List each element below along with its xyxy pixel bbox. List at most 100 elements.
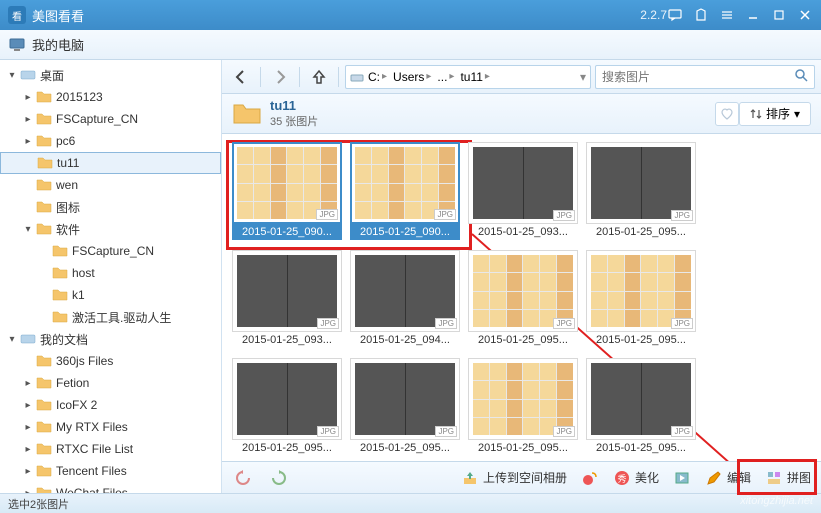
expander-icon[interactable]: ▸ (22, 91, 34, 103)
thumbnail-image: JPG (586, 358, 696, 440)
expander-icon[interactable] (22, 355, 34, 367)
expander-icon[interactable] (22, 179, 34, 191)
app-logo: 看 (8, 6, 26, 24)
tree-item-label: 激活工具.驱动人生 (72, 309, 171, 326)
thumbnail-image: JPG (468, 142, 578, 224)
expander-icon[interactable]: ▸ (22, 377, 34, 389)
thumbnail[interactable]: JPG2015-01-25_095... (586, 358, 696, 456)
tree-item[interactable]: FSCapture_CN (0, 240, 221, 262)
close-button[interactable] (797, 7, 813, 23)
tree-item[interactable]: 激活工具.驱动人生 (0, 306, 221, 328)
expander-icon[interactable]: ▾ (22, 223, 34, 235)
tree-item-label: host (72, 266, 95, 280)
upload-button[interactable]: 上传到空间相册 (461, 469, 567, 487)
thumbnail[interactable]: JPG2015-01-25_093... (468, 142, 578, 240)
breadcrumb-segment[interactable]: tu11▸ (458, 70, 492, 84)
folder-count: 35 张图片 (270, 113, 707, 129)
thumbnail[interactable]: JPG2015-01-25_095... (232, 358, 342, 456)
tree-item[interactable]: ▸ My RTX Files (0, 416, 221, 438)
beautify-icon: 秀 (613, 469, 631, 487)
thumbnail-label: 2015-01-25_095... (468, 332, 578, 348)
expander-icon[interactable] (38, 245, 50, 257)
thumbnail[interactable]: JPG2015-01-25_090... (350, 142, 460, 240)
tree-item-label: FSCapture_CN (56, 112, 138, 126)
rotate-left-button[interactable] (232, 467, 254, 489)
tree-item[interactable]: 360js Files (0, 350, 221, 372)
thumbnail[interactable]: JPG2015-01-25_095... (468, 358, 578, 456)
breadcrumb-segment[interactable]: C:▸ (366, 70, 389, 84)
tree-item[interactable]: ▾ 我的文档 (0, 328, 221, 350)
tree-item[interactable]: 图标 (0, 196, 221, 218)
beautify-button[interactable]: 秀美化 (613, 469, 659, 487)
tree-item-label: My RTX Files (56, 420, 128, 434)
favorite-button[interactable] (715, 102, 739, 126)
weibo-button[interactable] (581, 469, 599, 487)
tree-item[interactable]: ▸WeChat Files (0, 482, 221, 493)
tree-item[interactable]: ▸RTXC File List (0, 438, 221, 460)
expander-icon[interactable]: ▾ (6, 333, 18, 345)
expander-icon[interactable]: ▸ (22, 465, 34, 477)
thumbnail[interactable]: JPG2015-01-25_095... (350, 358, 460, 456)
tree-item[interactable]: ▸ Fetion (0, 372, 221, 394)
tree-item-label: Fetion (56, 376, 89, 390)
sort-button[interactable]: 排序 ▾ (739, 102, 811, 126)
up-button[interactable] (306, 64, 332, 90)
tree-item-label: 我的文档 (40, 331, 88, 348)
folder-tree[interactable]: ▾桌面▸2015123▸FSCapture_CN▸pc6tu11wen图标▾软件… (0, 60, 222, 493)
pin-button[interactable]: 拼图 (765, 469, 811, 487)
breadcrumb[interactable]: C:▸Users▸...▸tu11▸ ▾ (345, 65, 591, 89)
expander-icon[interactable]: ▾ (6, 69, 18, 81)
weibo-icon (581, 469, 599, 487)
tree-item[interactable]: ▾软件 (0, 218, 221, 240)
expander-icon[interactable] (22, 201, 34, 213)
search-icon[interactable] (794, 68, 808, 85)
breadcrumb-dropdown[interactable]: ▾ (580, 70, 586, 84)
thumbnail[interactable]: JPG2015-01-25_095... (468, 250, 578, 348)
expander-icon[interactable] (23, 157, 35, 169)
tree-item[interactable]: ▾桌面 (0, 64, 221, 86)
expander-icon[interactable] (38, 311, 50, 323)
tree-item[interactable]: k1 (0, 284, 221, 306)
app-title: 美图看看 (32, 6, 634, 25)
menu-icon[interactable] (719, 7, 735, 23)
minimize-button[interactable] (745, 7, 761, 23)
back-button[interactable] (228, 64, 254, 90)
thumbnail-label: 2015-01-25_093... (232, 332, 342, 348)
search-input[interactable] (602, 70, 794, 84)
tree-item[interactable]: host (0, 262, 221, 284)
tree-item[interactable]: wen (0, 174, 221, 196)
thumbnail[interactable]: JPG2015-01-25_094... (350, 250, 460, 348)
thumbnail-grid[interactable]: JPG2015-01-25_090...JPG2015-01-25_090...… (222, 134, 821, 461)
expander-icon[interactable]: ▸ (22, 487, 34, 493)
rotate-right-button[interactable] (268, 467, 290, 489)
expander-icon[interactable]: ▸ (22, 443, 34, 455)
thumbnail[interactable]: JPG2015-01-25_090... (232, 142, 342, 240)
tree-item[interactable]: ▸ FSCapture_CN (0, 108, 221, 130)
expander-icon[interactable] (38, 267, 50, 279)
expander-icon[interactable] (38, 289, 50, 301)
expander-icon[interactable]: ▸ (22, 399, 34, 411)
tree-item[interactable]: ▸2015123 (0, 86, 221, 108)
expander-icon[interactable]: ▸ (22, 113, 34, 125)
pencil-button[interactable]: 编辑 (705, 469, 751, 487)
tree-item[interactable]: ▸pc6 (0, 130, 221, 152)
maximize-button[interactable] (771, 7, 787, 23)
breadcrumb-segment[interactable]: Users▸ (391, 70, 433, 84)
search-box[interactable] (595, 65, 815, 89)
thumbnail-label: 2015-01-25_094... (350, 332, 460, 348)
thumbnail[interactable]: JPG2015-01-25_095... (586, 142, 696, 240)
thumbnail[interactable]: JPG2015-01-25_095... (586, 250, 696, 348)
tree-item[interactable]: ▸Tencent Files (0, 460, 221, 482)
edit-button[interactable] (673, 469, 691, 487)
forward-button[interactable] (267, 64, 293, 90)
thumbnail[interactable]: JPG2015-01-25_093... (232, 250, 342, 348)
chat-icon[interactable] (667, 7, 683, 23)
skin-icon[interactable] (693, 7, 709, 23)
expander-icon[interactable]: ▸ (22, 135, 34, 147)
tree-item[interactable]: ▸IcoFX 2 (0, 394, 221, 416)
thumbnail-image: JPG (232, 142, 342, 224)
tree-item-label: FSCapture_CN (72, 244, 154, 258)
expander-icon[interactable]: ▸ (22, 421, 34, 433)
tree-item[interactable]: tu11 (0, 152, 221, 174)
breadcrumb-segment[interactable]: ...▸ (435, 70, 456, 84)
